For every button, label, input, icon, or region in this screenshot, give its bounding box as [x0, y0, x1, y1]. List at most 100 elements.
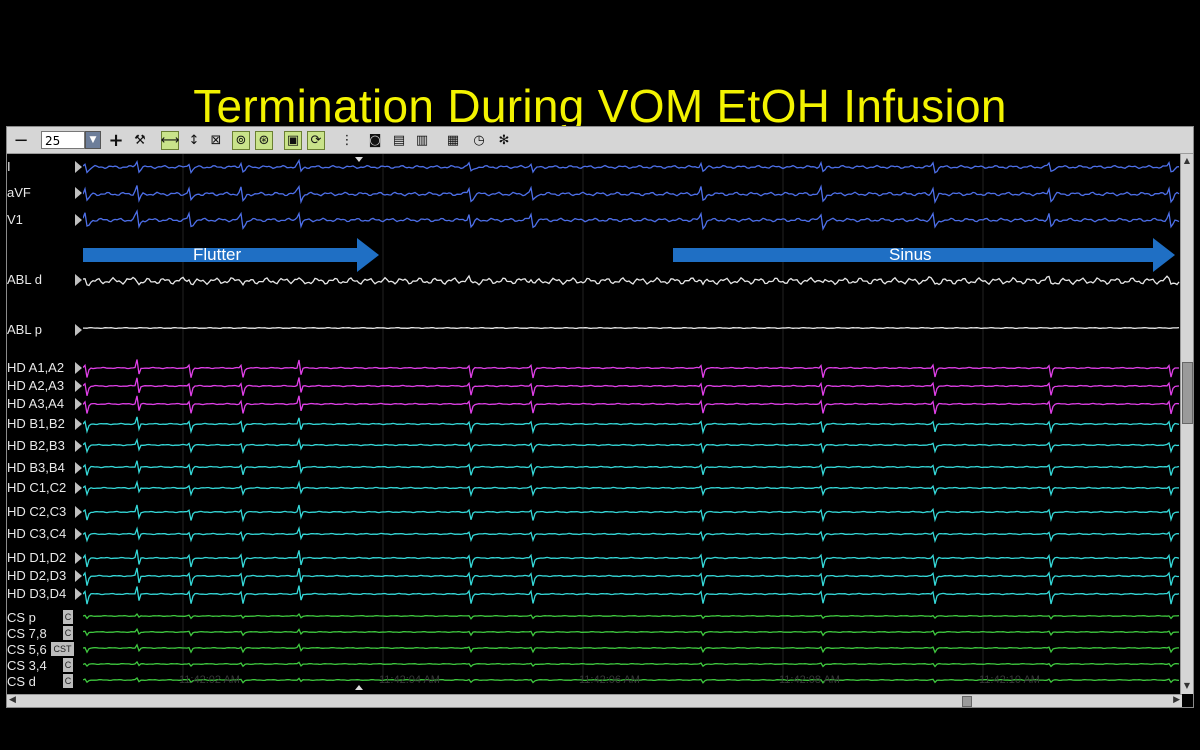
cs-marker-box[interactable]: C — [63, 610, 73, 624]
time-label: 11:42:04 AM — [379, 674, 440, 686]
ep-recording-window: − 25 ▼ + ⚒ ⟷ ↕ ⊠ ⊚ ⊛ ▣ ⟳ ⋮ ◙ ▤ ▥ ▦ ◷ ✻ I… — [6, 126, 1194, 708]
scroll-thumb[interactable] — [1182, 362, 1193, 424]
channel-label: HD A1,A2 — [7, 360, 65, 375]
waveform-area — [83, 154, 1180, 690]
cs-marker-box[interactable]: C — [63, 674, 73, 688]
cursor-marker-icon — [355, 685, 363, 690]
scroll-down-icon[interactable]: ▼ — [1182, 681, 1192, 691]
printer-icon[interactable]: ▤ — [390, 131, 408, 150]
waveform-trace — [83, 158, 1180, 175]
channel-label: HD A3,A4 — [7, 396, 65, 411]
sync-icon[interactable]: ⟳ — [307, 131, 325, 150]
channel-label: ABL d — [7, 272, 42, 287]
waveform-trace — [83, 459, 1180, 478]
camera-icon[interactable]: ◙ — [366, 131, 384, 150]
channel-handle-icon[interactable] — [75, 506, 82, 518]
waveform-trace — [83, 395, 1180, 415]
waveform-trace — [83, 643, 1179, 654]
channel-label: CS 5,6 — [7, 642, 47, 657]
channel-label: HD D2,D3 — [7, 568, 67, 583]
time-label: 11:42:06 AM — [579, 674, 640, 686]
waveform-trace — [83, 504, 1180, 523]
channel-handle-icon[interactable] — [75, 214, 82, 226]
channel-handle-icon[interactable] — [75, 440, 82, 452]
waveform-trace — [83, 416, 1180, 435]
marker-icon[interactable]: ⊚ — [232, 131, 250, 150]
waveform-trace — [83, 627, 1179, 637]
channel-label: CS p — [7, 610, 36, 625]
channel-handle-icon[interactable] — [75, 482, 82, 494]
waveform-trace — [83, 437, 1180, 455]
channel-handle-icon[interactable] — [75, 588, 82, 600]
channel-label: HD B1,B2 — [7, 416, 65, 431]
waveform-trace — [83, 549, 1180, 569]
channel-label: I — [7, 159, 11, 174]
waveform-trace — [83, 526, 1180, 544]
print2-icon[interactable]: ▥ — [413, 131, 431, 150]
waveform-trace — [83, 274, 1180, 287]
waveform-trace — [83, 209, 1180, 231]
gear-icon[interactable]: ✻ — [495, 131, 513, 150]
waveform-trace — [83, 326, 1180, 330]
scroll-up-icon[interactable]: ▲ — [1182, 156, 1192, 166]
scroll-left-icon[interactable]: ◀ — [9, 695, 16, 705]
time-label: 11:42:10 AM — [979, 674, 1040, 686]
waveform-trace — [83, 660, 1180, 668]
wrench-icon[interactable]: ⚒ — [131, 131, 149, 150]
channel-label: HD C3,C4 — [7, 526, 67, 541]
clock-icon[interactable]: ◷ — [470, 131, 488, 150]
waveform-trace — [83, 184, 1180, 205]
cs-marker-box[interactable]: C — [63, 658, 73, 672]
channel-label: CS d — [7, 674, 36, 689]
hscroll-thumb[interactable] — [962, 696, 972, 707]
calipers-icon[interactable]: ⊠ — [207, 131, 225, 150]
channel-handle-icon[interactable] — [75, 187, 82, 199]
toolbar: − 25 ▼ + ⚒ ⟷ ↕ ⊠ ⊚ ⊛ ▣ ⟳ ⋮ ◙ ▤ ▥ ▦ ◷ ✻ — [7, 127, 1193, 154]
time-label: 11:42:02 AM — [179, 674, 240, 686]
vspread-icon[interactable]: ↕ — [185, 131, 203, 150]
channel-handle-icon[interactable] — [75, 324, 82, 336]
channel-label: HD D1,D2 — [7, 550, 67, 565]
channel-handle-icon[interactable] — [75, 161, 82, 173]
channel-handle-icon[interactable] — [75, 398, 82, 410]
hspread-icon[interactable]: ⟷ — [161, 131, 179, 150]
waveform-trace — [83, 612, 1180, 620]
cs-marker-box[interactable]: CST — [51, 642, 74, 656]
cs-marker-box[interactable]: C — [63, 626, 73, 640]
monitor-icon[interactable]: ▣ — [284, 131, 302, 150]
waveform-trace — [83, 359, 1179, 379]
zoom-in-button[interactable]: + — [108, 130, 124, 151]
channel-label: HD B3,B4 — [7, 460, 65, 475]
grid-icon[interactable]: ▦ — [444, 131, 462, 150]
chevron-down-icon[interactable]: ▼ — [85, 131, 101, 149]
channel-handle-icon[interactable] — [75, 274, 82, 286]
waveform-trace — [83, 585, 1180, 605]
horizontal-scrollbar[interactable]: ◀ ▶ — [7, 694, 1182, 707]
channel-handle-icon[interactable] — [75, 570, 82, 582]
channel-handle-icon[interactable] — [75, 528, 82, 540]
waveform-trace — [83, 479, 1179, 498]
channel-handle-icon[interactable] — [75, 362, 82, 374]
channel-handle-icon[interactable] — [75, 462, 82, 474]
channel-label: aVF — [7, 185, 31, 200]
waveform-trace — [83, 377, 1180, 397]
channel-label: HD C1,C2 — [7, 480, 67, 495]
zoom-out-button[interactable]: − — [13, 130, 29, 151]
channel-label: HD B2,B3 — [7, 438, 65, 453]
channel-labels: I aVF V1 ABL d ABL p HD A1,A2 HD A2,A3 H… — [7, 154, 83, 694]
marker2-icon[interactable]: ⊛ — [255, 131, 273, 150]
vertical-scrollbar[interactable]: ▲ ▼ — [1180, 154, 1193, 694]
zoom-input[interactable]: 25 — [41, 131, 85, 149]
channel-handle-icon[interactable] — [75, 552, 82, 564]
branch-icon[interactable]: ⋮ — [338, 131, 356, 150]
channel-label: CS 7,8 — [7, 626, 47, 641]
channel-label: HD A2,A3 — [7, 378, 65, 393]
channel-handle-icon[interactable] — [75, 380, 82, 392]
scroll-right-icon[interactable]: ▶ — [1173, 695, 1180, 705]
time-label: 11:42:08 AM — [779, 674, 840, 686]
waveform-trace — [83, 567, 1179, 587]
channel-label: HD C2,C3 — [7, 504, 67, 519]
channel-handle-icon[interactable] — [75, 418, 82, 430]
channel-label: CS 3,4 — [7, 658, 47, 673]
channel-label: V1 — [7, 212, 23, 227]
